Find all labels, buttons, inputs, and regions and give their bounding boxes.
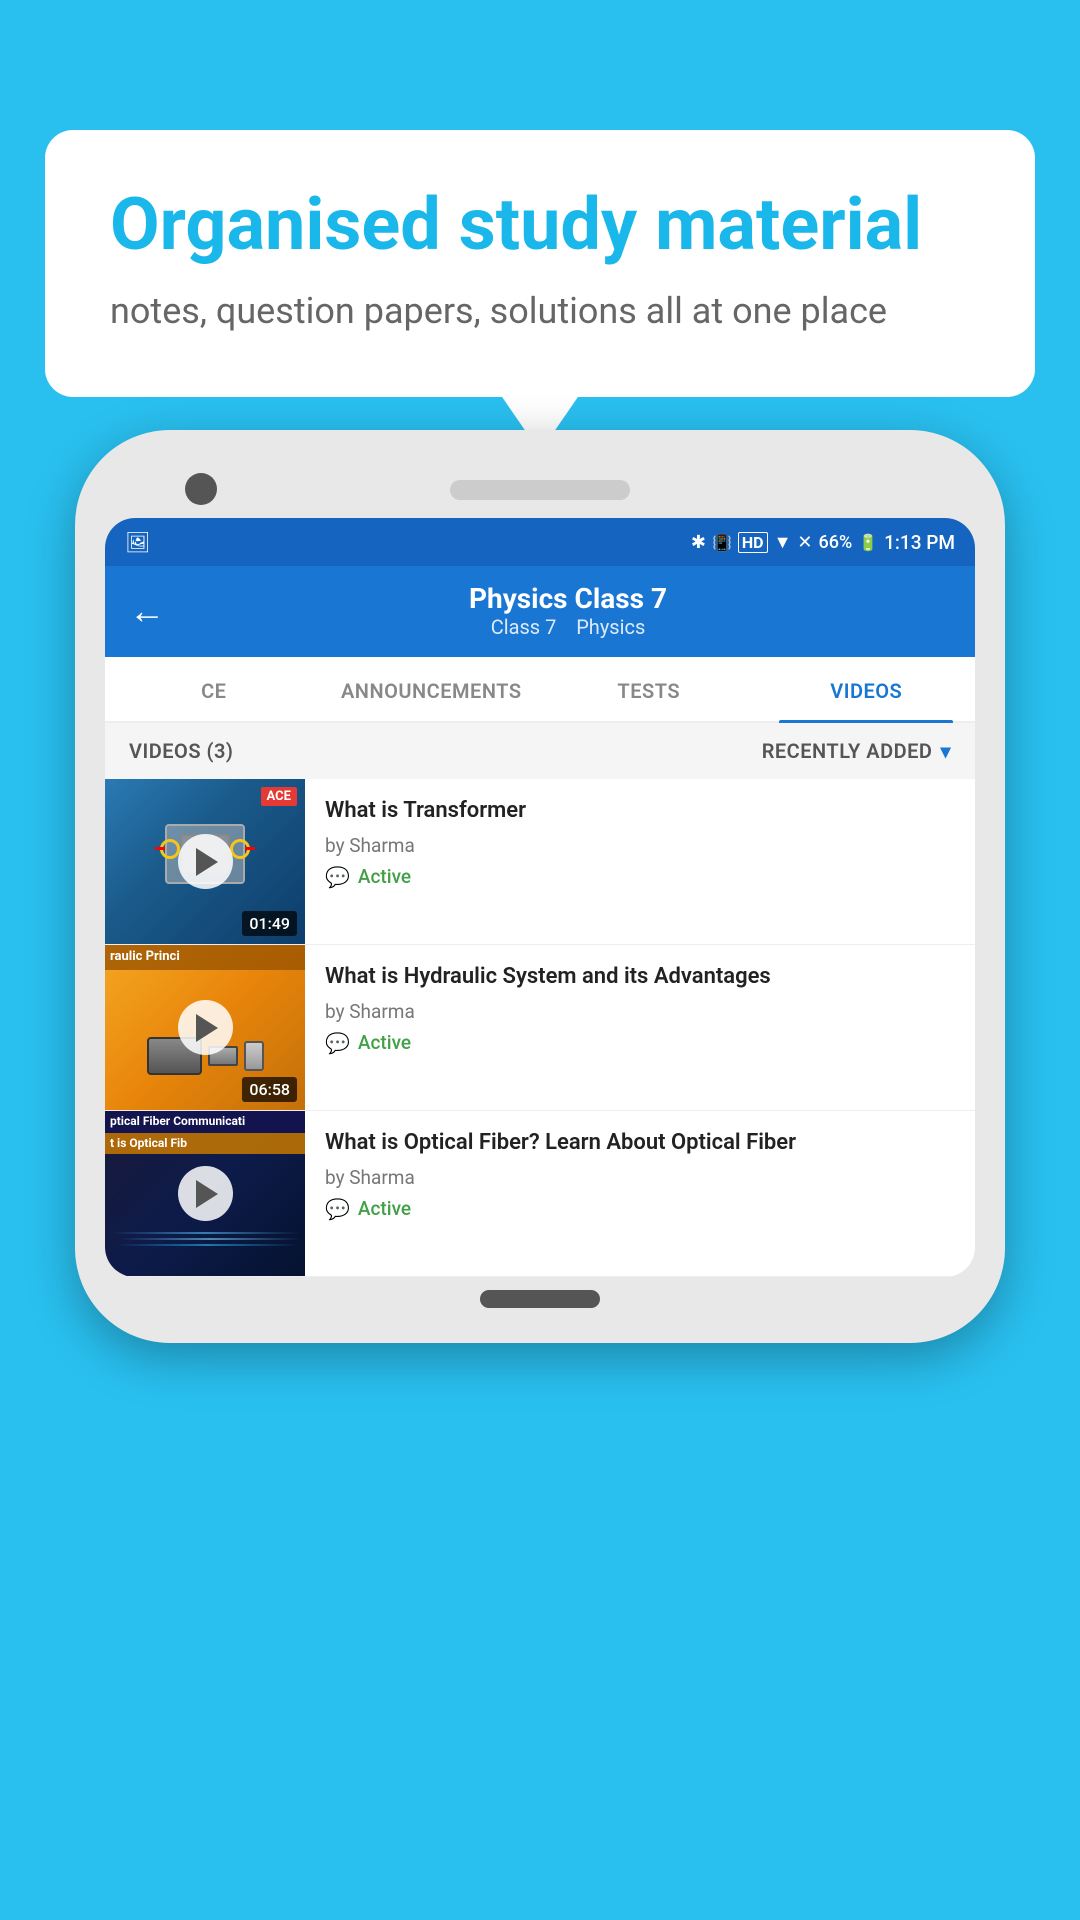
back-button[interactable]: ← (129, 590, 165, 632)
active-label-2: Active (358, 1031, 411, 1054)
phone-camera (185, 473, 217, 505)
subtitle-separator (561, 615, 571, 639)
active-badge-3: 💬 Active (325, 1197, 955, 1221)
active-badge-2: 💬 Active (325, 1031, 955, 1055)
sort-label: RECENTLY ADDED (762, 739, 933, 763)
video-author-3: by Sharma (325, 1166, 955, 1189)
clock: 1:13 PM (884, 531, 955, 554)
ace-badge-1: ACE (261, 787, 297, 806)
play-triangle-2 (196, 1014, 218, 1042)
tab-tests[interactable]: TESTS (540, 657, 758, 721)
tabs-bar: CE ANNOUNCEMENTS TESTS VIDEOS (105, 657, 975, 723)
image-icon: 🖼 (125, 530, 150, 554)
videos-count: VIDEOS (3) (129, 739, 233, 763)
video-thumbnail-2: raulic Princi 06:58 (105, 945, 305, 1110)
video-thumbnail-1: ACE 01:49 (105, 779, 305, 944)
phone-mockup: 🖼 ✱ 📳 HD ▼ ✕ 66% 🔋 1:13 PM ← (75, 430, 1005, 1343)
bluetooth-icon: ✱ (691, 532, 706, 553)
thumbnail-bg-optical: ptical Fiber Communicati t is Optical Fi… (105, 1111, 305, 1276)
app-bar: ← Physics Class 7 Class 7 Physics (105, 566, 975, 657)
speech-bubble: Organised study material notes, question… (45, 130, 1035, 397)
app-bar-title: Physics Class 7 (185, 582, 951, 615)
phone-top-hardware (105, 460, 975, 518)
speech-bubble-heading: Organised study material (110, 185, 970, 264)
thumbnail-bg-transformer: ACE 01:49 (105, 779, 305, 944)
filter-bar: VIDEOS (3) RECENTLY ADDED ▾ (105, 723, 975, 779)
signal-icon: ✕ (797, 532, 812, 553)
hd-badge: HD (738, 532, 768, 553)
video-title-3: What is Optical Fiber? Learn About Optic… (325, 1129, 955, 1158)
phone-screen: 🖼 ✱ 📳 HD ▼ ✕ 66% 🔋 1:13 PM ← (105, 518, 975, 1277)
video-info-2: What is Hydraulic System and its Advanta… (305, 945, 975, 1110)
battery-icon: 🔋 (858, 533, 878, 552)
subtitle-class: Class 7 (491, 615, 557, 639)
background: Organised study material notes, question… (0, 0, 1080, 1920)
status-left: 🖼 (125, 530, 150, 554)
active-label-1: Active (358, 865, 411, 888)
chat-icon-2: 💬 (325, 1031, 350, 1055)
app-bar-subtitle: Class 7 Physics (185, 615, 951, 639)
phone-home-oval (480, 1290, 600, 1308)
play-triangle-3 (196, 1180, 218, 1208)
play-button-3[interactable] (178, 1166, 233, 1221)
phone-body: 🖼 ✱ 📳 HD ▼ ✕ 66% 🔋 1:13 PM ← (75, 430, 1005, 1343)
wifi-icon: ▼ (774, 532, 792, 553)
active-badge-1: 💬 Active (325, 865, 955, 889)
tab-announcements[interactable]: ANNOUNCEMENTS (323, 657, 541, 721)
app-bar-title-area: Physics Class 7 Class 7 Physics (185, 582, 951, 639)
battery-percent: 66% (818, 532, 852, 553)
video-info-3: What is Optical Fiber? Learn About Optic… (305, 1111, 975, 1276)
subtitle-subject: Physics (576, 615, 645, 639)
video-item-transformer[interactable]: ACE 01:49 What is Transformer by Sharma (105, 779, 975, 945)
video-item-optical[interactable]: ptical Fiber Communicati t is Optical Fi… (105, 1111, 975, 1277)
chevron-down-icon: ▾ (940, 739, 951, 763)
video-title-2: What is Hydraulic System and its Advanta… (325, 963, 955, 992)
status-right: ✱ 📳 HD ▼ ✕ 66% 🔋 1:13 PM (691, 531, 955, 554)
video-list: ACE 01:49 What is Transformer by Sharma (105, 779, 975, 1277)
chat-icon-1: 💬 (325, 865, 350, 889)
play-triangle-1 (196, 848, 218, 876)
video-author-1: by Sharma (325, 834, 955, 857)
speech-bubble-container: Organised study material notes, question… (45, 130, 1035, 397)
duration-badge-2: 06:58 (242, 1077, 297, 1102)
active-label-3: Active (358, 1197, 411, 1220)
play-button-1[interactable] (178, 834, 233, 889)
status-bar: 🖼 ✱ 📳 HD ▼ ✕ 66% 🔋 1:13 PM (105, 518, 975, 566)
tab-ce[interactable]: CE (105, 657, 323, 721)
vibrate-icon: 📳 (712, 533, 732, 552)
video-thumbnail-3: ptical Fiber Communicati t is Optical Fi… (105, 1111, 305, 1276)
speech-bubble-subtext: notes, question papers, solutions all at… (110, 286, 970, 336)
video-title-1: What is Transformer (325, 797, 955, 826)
video-author-2: by Sharma (325, 1000, 955, 1023)
video-info-1: What is Transformer by Sharma 💬 Active (305, 779, 975, 944)
tab-videos[interactable]: VIDEOS (758, 657, 976, 721)
thumbnail-bg-hydraulic: raulic Princi 06:58 (105, 945, 305, 1110)
recently-added-dropdown[interactable]: RECENTLY ADDED ▾ (762, 739, 951, 763)
phone-home-area (105, 1285, 975, 1313)
play-button-2[interactable] (178, 1000, 233, 1055)
phone-speaker (450, 480, 630, 500)
chat-icon-3: 💬 (325, 1197, 350, 1221)
duration-badge-1: 01:49 (242, 911, 297, 936)
video-item-hydraulic[interactable]: raulic Princi 06:58 (105, 945, 975, 1111)
